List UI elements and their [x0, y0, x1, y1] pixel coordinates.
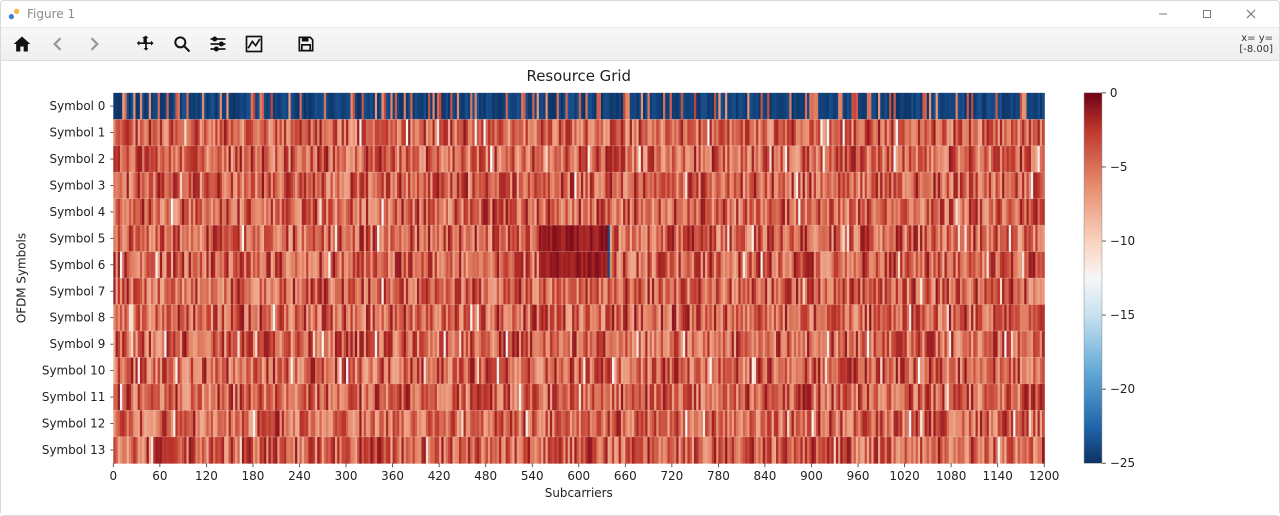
x-tick-label: 720	[660, 469, 683, 483]
home-icon[interactable]	[9, 31, 35, 57]
mpl-toolbar: x= y= [-8.00]	[1, 28, 1279, 61]
x-tick-label: 360	[381, 469, 404, 483]
x-tick-label: 480	[474, 469, 497, 483]
x-tick-label: 420	[428, 469, 451, 483]
x-tick-label: 660	[614, 469, 637, 483]
colorbar-tick-label: −10	[1110, 234, 1135, 248]
maximize-button[interactable]	[1185, 1, 1229, 27]
y-tick-label: Symbol 10	[42, 364, 105, 378]
coord-line1: x= y=	[1241, 33, 1273, 44]
x-tick-label: 960	[847, 469, 870, 483]
x-tick-label: 300	[335, 469, 358, 483]
y-tick-label: Symbol 3	[49, 178, 105, 192]
window-title: Figure 1	[27, 7, 75, 21]
x-tick-label: 1140	[982, 469, 1012, 483]
back-icon[interactable]	[45, 31, 71, 57]
x-tick-label: 180	[242, 469, 265, 483]
close-button[interactable]	[1229, 1, 1273, 27]
plot-svg: Resource Grid Symbol 0 Symbol 1 Symbol 2 Sym…	[1, 61, 1279, 515]
colorbar-tick-label: −15	[1110, 308, 1135, 322]
pan-icon[interactable]	[133, 31, 159, 57]
zoom-icon[interactable]	[169, 31, 195, 57]
y-tick-label: Symbol 4	[49, 205, 105, 219]
y-tick-label: Symbol 5	[49, 231, 105, 245]
x-tick-label: 600	[567, 469, 590, 483]
axes-edit-icon[interactable]	[241, 31, 267, 57]
y-tick-label: Symbol 1	[49, 126, 105, 140]
minimize-button[interactable]	[1141, 1, 1185, 27]
x-tick-label: 120	[195, 469, 218, 483]
x-tick-label: 1020	[889, 469, 919, 483]
forward-icon[interactable]	[81, 31, 107, 57]
y-tick-label: Symbol 7	[49, 284, 105, 298]
x-tick-label: 240	[288, 469, 311, 483]
colorbar-tick-label: 0	[1110, 86, 1118, 100]
x-tick-label: 1200	[1029, 469, 1059, 483]
titlebar: Figure 1	[1, 1, 1279, 28]
x-tick-label: 60	[152, 469, 167, 483]
x-tick-label: 840	[754, 469, 777, 483]
colorbar-tick-label: −25	[1110, 456, 1135, 470]
subplots-icon[interactable]	[205, 31, 231, 57]
y-axis-label: OFDM Symbols	[15, 233, 29, 323]
x-tick-label: 540	[521, 469, 544, 483]
y-tick-label: Symbol 12	[42, 417, 105, 431]
x-tick-label: 0	[110, 469, 118, 483]
x-tick-label: 900	[800, 469, 823, 483]
y-tick-label: Symbol 13	[42, 443, 105, 457]
app-icon	[7, 7, 21, 21]
y-tick-label: Symbol 8	[49, 311, 105, 325]
colorbar-tick-label: −20	[1110, 382, 1135, 396]
y-tick-label: Symbol 2	[49, 152, 105, 166]
x-tick-label: 780	[707, 469, 730, 483]
colorbar	[1084, 93, 1102, 463]
chart-title: Resource Grid	[527, 67, 631, 85]
y-tick-label: Symbol 0	[49, 99, 105, 113]
heatmap	[113, 93, 1044, 464]
x-tick-label: 1080	[936, 469, 966, 483]
cursor-coordinates: x= y= [-8.00]	[1239, 28, 1273, 60]
coord-line2: [-8.00]	[1239, 44, 1273, 55]
x-axis-label: Subcarriers	[545, 486, 613, 500]
y-tick-label: Symbol 9	[49, 337, 105, 351]
figure-canvas[interactable]: Resource Grid Symbol 0 Symbol 1 Symbol 2 Sym…	[1, 61, 1279, 515]
app-window: Figure 1	[0, 0, 1280, 516]
save-icon[interactable]	[293, 31, 319, 57]
y-tick-label: Symbol 6	[49, 258, 105, 272]
y-tick-label: Symbol 11	[42, 390, 105, 404]
colorbar-tick-label: −5	[1110, 160, 1128, 174]
